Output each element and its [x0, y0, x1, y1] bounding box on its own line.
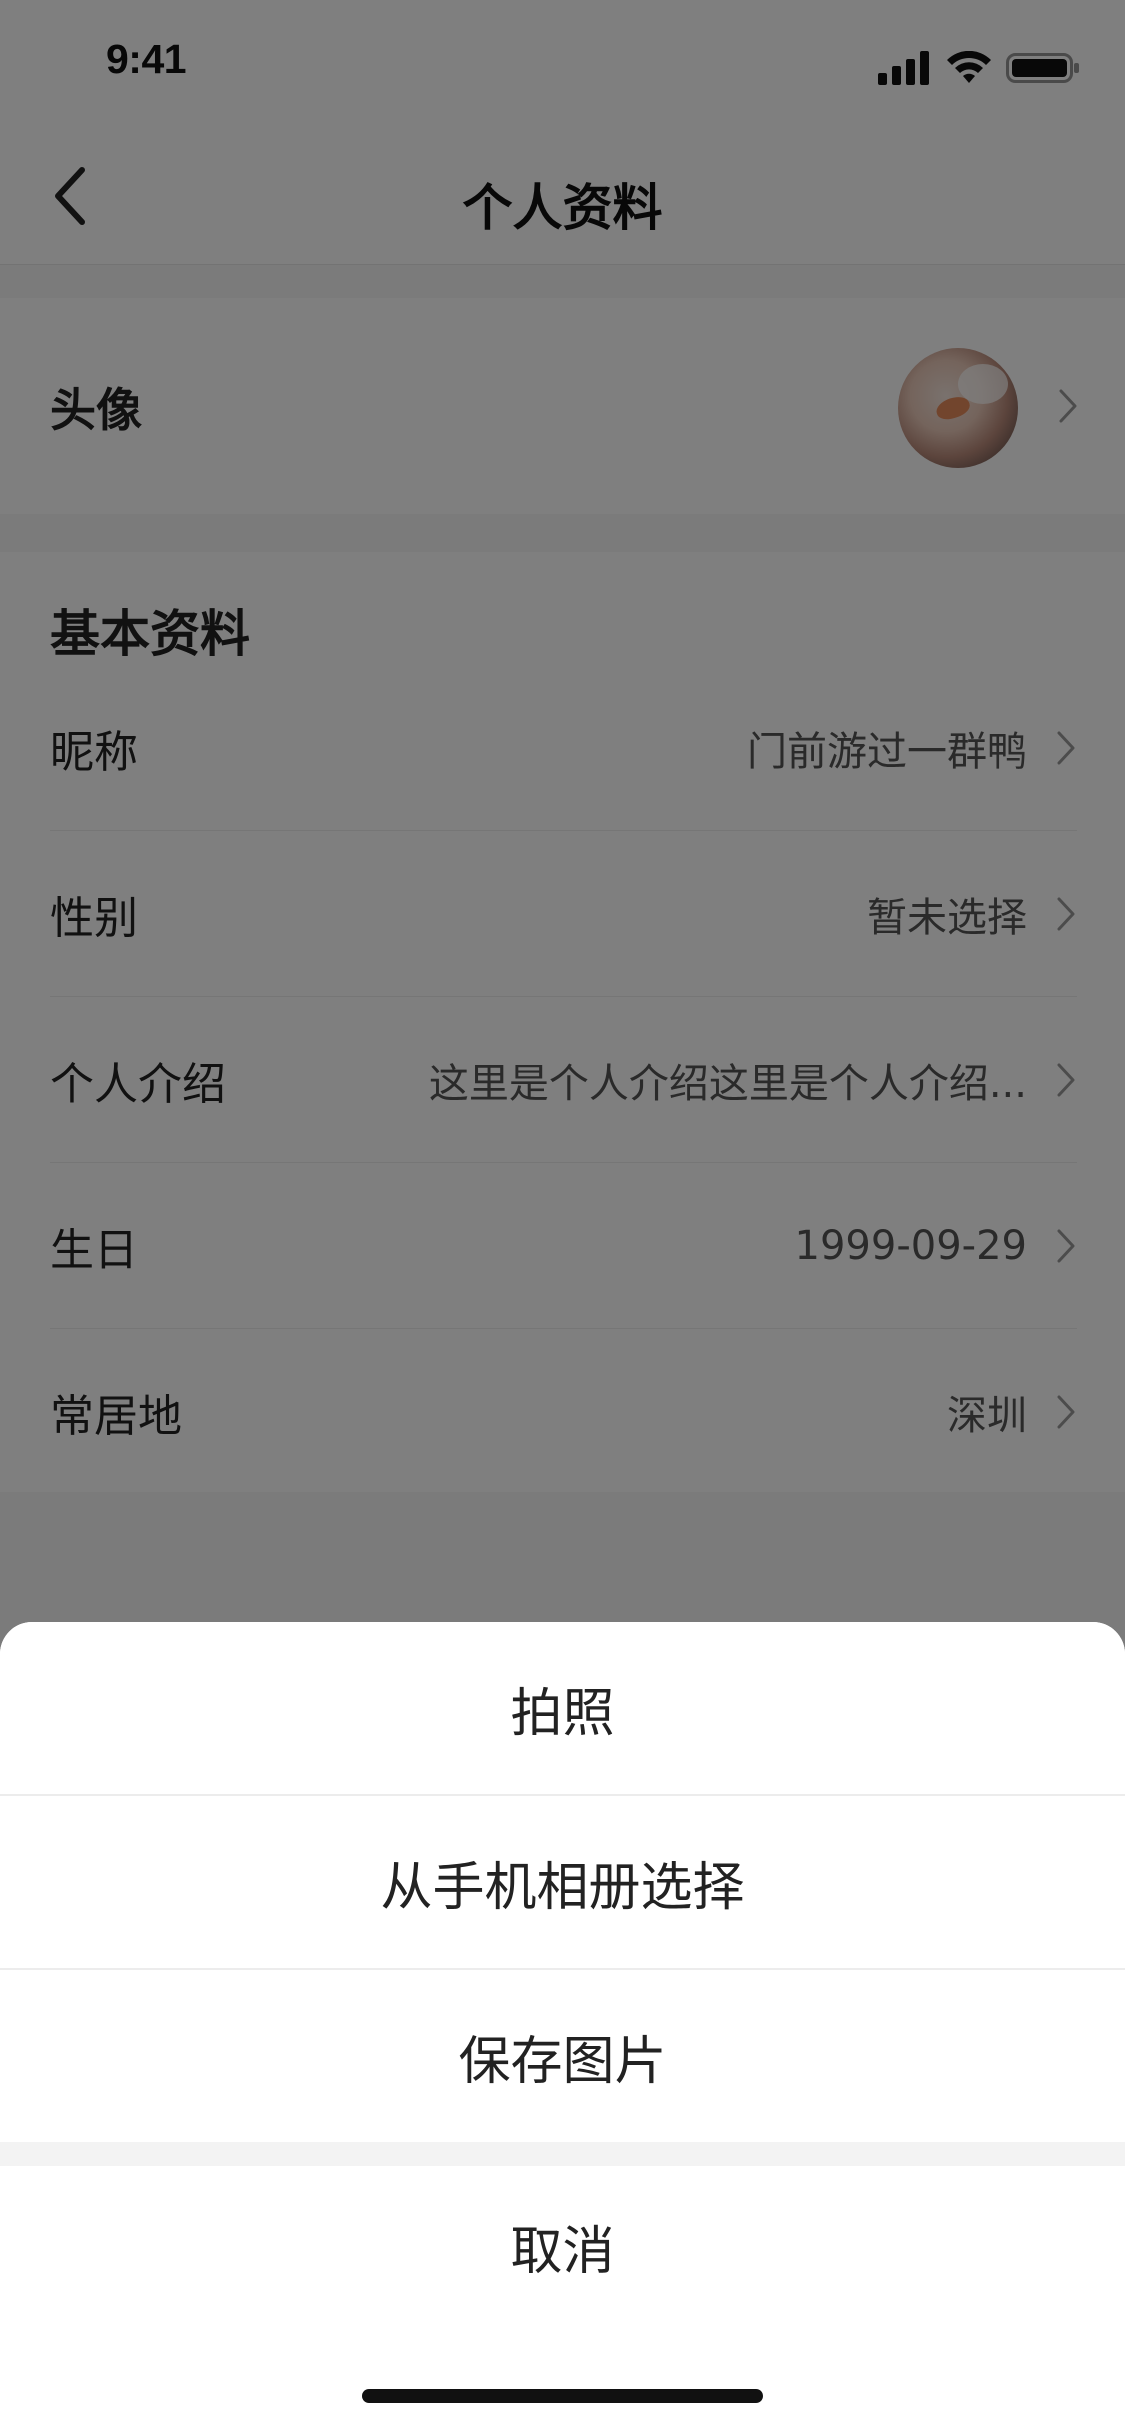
action-sheet: 拍照 从手机相册选择 保存图片 取消 — [0, 1622, 1125, 2436]
home-indicator[interactable] — [362, 2389, 763, 2403]
save-image-button[interactable]: 保存图片 — [0, 1970, 1125, 2142]
cancel-button[interactable]: 取消 — [0, 2166, 1125, 2326]
divider — [0, 2142, 1125, 2166]
take-photo-button[interactable]: 拍照 — [0, 1622, 1125, 1794]
choose-from-album-button[interactable]: 从手机相册选择 — [0, 1796, 1125, 1968]
